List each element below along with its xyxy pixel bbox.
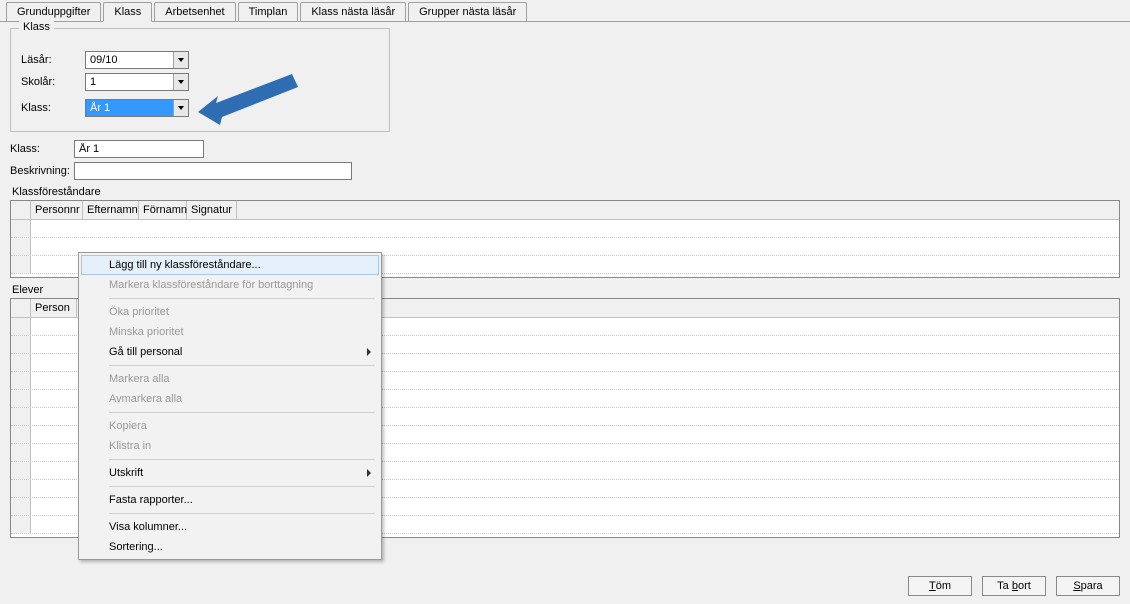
menu-separator xyxy=(109,298,375,299)
chevron-down-icon[interactable] xyxy=(173,100,188,116)
menu-separator xyxy=(109,459,375,460)
skolar-label: Skolår: xyxy=(21,76,85,88)
spara-button[interactable]: Spara xyxy=(1056,576,1120,596)
lasar-label: Läsår: xyxy=(21,54,85,66)
menu-copy[interactable]: Kopiera xyxy=(81,416,379,436)
menu-goto-personal[interactable]: Gå till personal xyxy=(81,342,379,362)
col-fornamn[interactable]: Förnamn xyxy=(139,201,187,219)
tab-klass[interactable]: Klass xyxy=(103,2,152,22)
menu-fasta-rapporter[interactable]: Fasta rapporter... xyxy=(81,490,379,510)
beskrivning-field[interactable] xyxy=(74,162,352,180)
tab-grupper-nasta[interactable]: Grupper nästa läsår xyxy=(408,2,527,21)
menu-print-label: Utskrift xyxy=(109,467,143,479)
menu-mark-remove[interactable]: Markera klassföreståndare för borttagnin… xyxy=(81,275,379,295)
chevron-down-icon[interactable] xyxy=(173,74,188,90)
lasar-value: 09/10 xyxy=(86,52,173,68)
menu-separator xyxy=(109,513,375,514)
row-header-corner xyxy=(11,201,31,219)
klass-combo-label: Klass: xyxy=(21,102,85,114)
menu-separator xyxy=(109,486,375,487)
table-row[interactable] xyxy=(11,220,1119,238)
tom-rest: öm xyxy=(936,580,951,592)
menu-separator xyxy=(109,412,375,413)
menu-sortering[interactable]: Sortering... xyxy=(81,537,379,557)
row-header-corner xyxy=(11,299,31,317)
menu-add-klassforestandare[interactable]: Lägg till ny klassföreståndare... xyxy=(81,255,379,275)
menu-paste[interactable]: Klistra in xyxy=(81,436,379,456)
klass-field-label: Klass: xyxy=(10,143,74,155)
submenu-arrow-icon xyxy=(367,348,371,356)
skolar-combo[interactable]: 1 xyxy=(85,73,189,91)
groupbox-title: Klass xyxy=(19,21,54,33)
col-person[interactable]: Person xyxy=(31,299,77,317)
menu-increase-priority[interactable]: Öka prioritet xyxy=(81,302,379,322)
klass-groupbox: Klass Läsår: 09/10 Skolår: 1 Klass: År 1 xyxy=(10,28,390,132)
chevron-down-icon[interactable] xyxy=(173,52,188,68)
tom-button[interactable]: Töm xyxy=(908,576,972,596)
klass-combo[interactable]: År 1 xyxy=(85,99,189,117)
klass-field[interactable] xyxy=(74,140,204,158)
tab-grunduppgifter[interactable]: Grunduppgifter xyxy=(6,2,101,21)
lasar-combo[interactable]: 09/10 xyxy=(85,51,189,69)
menu-select-all[interactable]: Markera alla xyxy=(81,369,379,389)
menu-deselect-all[interactable]: Avmarkera alla xyxy=(81,389,379,409)
menu-print[interactable]: Utskrift xyxy=(81,463,379,483)
col-efternamn[interactable]: Efternamn xyxy=(83,201,139,219)
tab-bar: Grunduppgifter Klass Arbetsenhet Timplan… xyxy=(0,0,1130,22)
tab-klass-nasta[interactable]: Klass nästa läsår xyxy=(300,2,406,21)
submenu-arrow-icon xyxy=(367,469,371,477)
tabort-button[interactable]: Ta bort xyxy=(982,576,1046,596)
menu-goto-personal-label: Gå till personal xyxy=(109,346,182,358)
col-personnr[interactable]: Personnr xyxy=(31,201,83,219)
col-signatur[interactable]: Signatur xyxy=(187,201,237,219)
tab-arbetsenhet[interactable]: Arbetsenhet xyxy=(154,2,235,21)
button-bar: Töm Ta bort Spara xyxy=(908,576,1120,596)
tab-timplan[interactable]: Timplan xyxy=(238,2,299,21)
beskrivning-label: Beskrivning: xyxy=(10,165,74,177)
context-menu: Lägg till ny klassföreståndare... Marker… xyxy=(78,252,382,560)
klass-combo-value: År 1 xyxy=(86,100,173,116)
skolar-value: 1 xyxy=(86,74,173,90)
klassforestandare-label: Klassföreståndare xyxy=(12,186,1120,198)
menu-decrease-priority[interactable]: Minska prioritet xyxy=(81,322,379,342)
menu-separator xyxy=(109,365,375,366)
menu-visa-kolumner[interactable]: Visa kolumner... xyxy=(81,517,379,537)
